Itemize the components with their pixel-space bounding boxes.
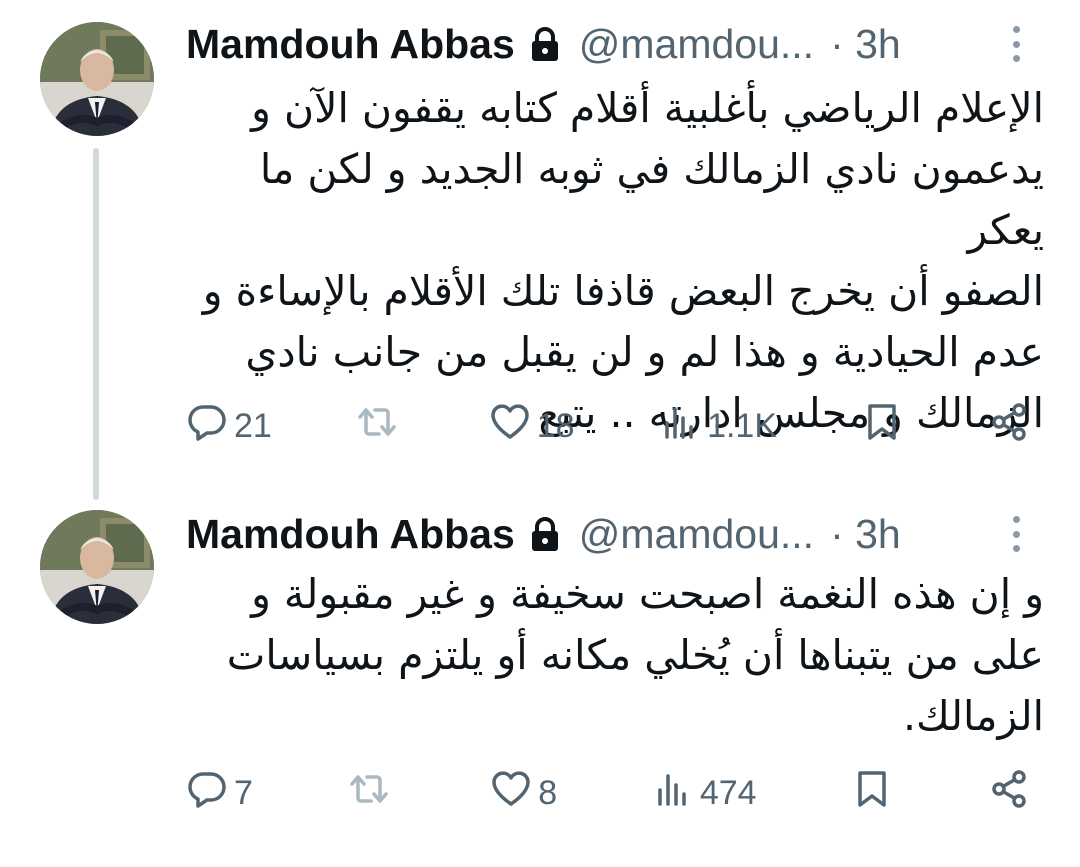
bookmark-icon — [861, 401, 903, 452]
lock-icon — [529, 516, 561, 552]
bookmark-icon — [851, 768, 893, 819]
repost-button[interactable] — [348, 768, 396, 819]
more-vertical-icon[interactable] — [1004, 20, 1028, 68]
like-count: 18 — [536, 406, 575, 445]
author-name[interactable]: Mamdouh Abbas — [186, 511, 515, 558]
like-button[interactable]: 8 — [490, 768, 557, 819]
tweet[interactable]: Mamdouh Abbas @mamdou... · 3h و إن هذه ا… — [0, 490, 1080, 867]
action-bar: 7 8 474 — [186, 768, 1030, 818]
views-count: 474 — [699, 773, 757, 812]
share-button[interactable] — [988, 768, 1030, 819]
repost-icon — [356, 401, 398, 452]
tweet-text-line: عدم الحيادية و هذا لم و لن يقبل من جانب … — [245, 328, 1044, 376]
tweet-text-line: الإعلام الرياضي بأغلبية أقلام كتابه يقفو… — [251, 84, 1044, 132]
avatar[interactable] — [40, 22, 154, 136]
reply-button[interactable]: 7 — [186, 768, 253, 819]
repost-button[interactable] — [356, 401, 404, 452]
heart-icon — [490, 768, 532, 819]
reply-count: 21 — [234, 406, 272, 445]
views-bars-icon — [659, 401, 701, 452]
tweet[interactable]: Mamdouh Abbas @mamdou... · 3h الإعلام ال… — [0, 0, 1080, 488]
tweet-text-line: الصفو أن يخرج البعض قاذفا تلك الأقلام با… — [202, 267, 1044, 315]
heart-icon — [489, 401, 531, 452]
share-button[interactable] — [988, 401, 1030, 452]
views-bars-icon — [652, 768, 694, 819]
reply-bubble-icon — [186, 401, 228, 452]
author-name[interactable]: Mamdouh Abbas — [186, 21, 515, 68]
share-icon — [988, 768, 1030, 819]
tweet-text-line: يدعمون نادي الزمالك في ثوبه الجديد و لكن… — [259, 145, 1044, 254]
timestamp[interactable]: · 3h — [830, 21, 901, 68]
timestamp[interactable]: · 3h — [830, 511, 901, 558]
tweet-text-line: و إن هذه النغمة اصبحت سخيفة و غير مقبولة… — [251, 570, 1044, 618]
tweet-text: الإعلام الرياضي بأغلبية أقلام كتابه يقفو… — [186, 78, 1044, 444]
like-button[interactable]: 18 — [489, 401, 575, 452]
views-count: 1.1K — [707, 406, 778, 445]
action-bar: 21 18 1.1K — [186, 401, 1030, 451]
reply-button[interactable]: 21 — [186, 401, 272, 452]
bookmark-button[interactable] — [851, 768, 893, 819]
tweet-header: Mamdouh Abbas @mamdou... · 3h — [186, 16, 1040, 72]
tweet-text-line: الزمالك. — [902, 692, 1044, 740]
tweet-text: و إن هذه النغمة اصبحت سخيفة و غير مقبولة… — [186, 564, 1044, 747]
repost-icon — [348, 768, 390, 819]
tweet-header: Mamdouh Abbas @mamdou... · 3h — [186, 506, 1040, 562]
more-vertical-icon[interactable] — [1004, 510, 1028, 558]
lock-icon — [529, 26, 561, 62]
tweet-text-line: على من يتبناها أن يُخلي مكانه أو يلتزم ب… — [226, 631, 1044, 679]
avatar[interactable] — [40, 510, 154, 624]
views-button[interactable]: 1.1K — [659, 401, 777, 452]
bookmark-button[interactable] — [861, 401, 903, 452]
reply-bubble-icon — [186, 768, 228, 819]
like-count: 8 — [538, 773, 558, 812]
reply-count: 7 — [234, 773, 253, 812]
views-button[interactable]: 474 — [652, 768, 757, 819]
share-icon — [988, 401, 1030, 452]
author-handle[interactable]: @mamdou... — [579, 511, 814, 558]
author-handle[interactable]: @mamdou... — [579, 21, 814, 68]
